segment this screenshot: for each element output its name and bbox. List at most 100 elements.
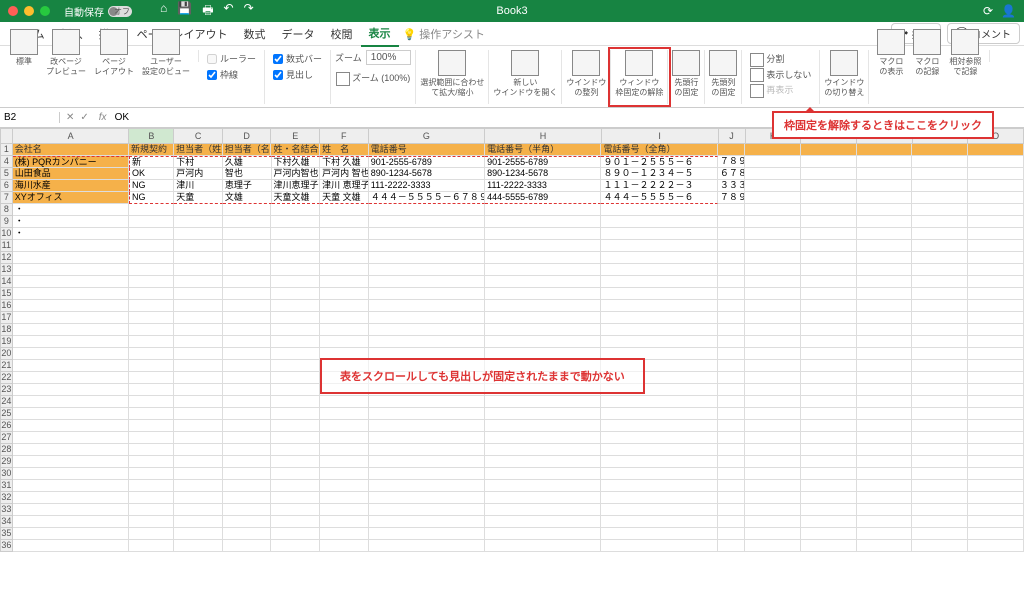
cell[interactable]: 444-5555-6789	[485, 192, 601, 204]
cell[interactable]	[13, 480, 129, 492]
cell[interactable]: 姓・名結合	[271, 144, 320, 156]
cell[interactable]	[912, 348, 968, 360]
col-header-g[interactable]: G	[369, 128, 486, 144]
close-window-icon[interactable]	[8, 6, 18, 16]
cell[interactable]	[129, 324, 174, 336]
cell[interactable]	[13, 360, 129, 372]
cell[interactable]	[912, 168, 968, 180]
cell[interactable]: 文雄	[223, 192, 272, 204]
row-header[interactable]: 21	[0, 360, 13, 372]
row-header[interactable]: 31	[0, 480, 13, 492]
cell[interactable]	[320, 432, 369, 444]
cell[interactable]	[801, 264, 857, 276]
cell[interactable]	[223, 384, 272, 396]
cell[interactable]	[271, 516, 320, 528]
cell[interactable]	[745, 276, 801, 288]
cell[interactable]	[801, 324, 857, 336]
cell[interactable]	[485, 480, 601, 492]
cell[interactable]	[801, 516, 857, 528]
cell[interactable]	[912, 528, 968, 540]
cell[interactable]: 天童文雄	[272, 192, 321, 204]
cell[interactable]	[223, 444, 272, 456]
cell[interactable]	[968, 420, 1024, 432]
cell[interactable]: ７８９	[718, 192, 745, 204]
row-header[interactable]: 22	[0, 372, 13, 384]
cell[interactable]	[223, 348, 272, 360]
cell[interactable]	[601, 420, 717, 432]
sync-icon[interactable]: ⟳	[983, 4, 993, 18]
cell[interactable]	[857, 156, 913, 168]
cell[interactable]	[174, 252, 223, 264]
row-header[interactable]: 18	[0, 324, 13, 336]
cell[interactable]	[601, 216, 717, 228]
cell[interactable]	[912, 420, 968, 432]
cell[interactable]	[801, 372, 857, 384]
cell[interactable]	[485, 528, 601, 540]
fx-label[interactable]: fx	[95, 112, 111, 123]
cell[interactable]	[129, 348, 174, 360]
cell[interactable]	[369, 312, 485, 324]
cell[interactable]	[129, 408, 174, 420]
cell[interactable]	[718, 468, 745, 480]
cell[interactable]	[912, 384, 968, 396]
cell[interactable]	[271, 420, 320, 432]
cell[interactable]	[912, 324, 968, 336]
cell[interactable]	[320, 312, 369, 324]
cell[interactable]	[129, 216, 174, 228]
cell[interactable]	[718, 420, 745, 432]
cell[interactable]	[801, 216, 857, 228]
cell[interactable]	[912, 156, 968, 168]
cell[interactable]: 戸河内 智也	[320, 168, 369, 180]
cell[interactable]	[601, 492, 717, 504]
cell[interactable]	[320, 336, 369, 348]
cell[interactable]	[912, 360, 968, 372]
cell[interactable]	[223, 456, 272, 468]
cell[interactable]: ３３３	[718, 180, 745, 192]
cell[interactable]	[485, 408, 601, 420]
cell[interactable]	[485, 204, 601, 216]
cell[interactable]	[745, 348, 801, 360]
cell[interactable]	[801, 384, 857, 396]
cell[interactable]	[801, 396, 857, 408]
cell[interactable]	[801, 240, 857, 252]
cell[interactable]	[857, 300, 913, 312]
cell[interactable]	[369, 324, 485, 336]
cell[interactable]	[13, 504, 129, 516]
cell[interactable]	[174, 336, 223, 348]
cell[interactable]	[857, 168, 913, 180]
cell[interactable]	[968, 204, 1024, 216]
name-box[interactable]: B2	[0, 112, 60, 123]
cell[interactable]	[320, 528, 369, 540]
row-header[interactable]: 28	[0, 444, 13, 456]
cell[interactable]	[718, 408, 745, 420]
cell[interactable]	[718, 348, 745, 360]
cell[interactable]	[320, 480, 369, 492]
worksheet[interactable]: A B C D E F G H I J K L M N O 1 会社名 新規契約…	[0, 128, 1024, 592]
cell[interactable]	[320, 444, 369, 456]
cell[interactable]	[13, 348, 129, 360]
cell[interactable]	[369, 492, 485, 504]
cell[interactable]	[271, 432, 320, 444]
cell[interactable]	[968, 408, 1024, 420]
cell[interactable]	[718, 312, 745, 324]
print-icon[interactable]: 🖶	[202, 1, 213, 22]
cell[interactable]	[129, 540, 174, 552]
cell[interactable]	[271, 300, 320, 312]
cell[interactable]	[223, 312, 272, 324]
cell[interactable]	[223, 540, 272, 552]
cell[interactable]	[13, 372, 129, 384]
cell[interactable]	[174, 276, 223, 288]
cell[interactable]	[912, 444, 968, 456]
col-header-f[interactable]: F	[320, 128, 369, 144]
cell[interactable]	[912, 204, 968, 216]
cell[interactable]	[320, 504, 369, 516]
cell[interactable]	[129, 396, 174, 408]
cell[interactable]	[801, 444, 857, 456]
cell[interactable]	[745, 144, 801, 156]
col-header-e[interactable]: E	[271, 128, 320, 144]
cell[interactable]	[857, 372, 913, 384]
cell[interactable]	[718, 216, 745, 228]
cell[interactable]	[857, 408, 913, 420]
cell[interactable]	[745, 540, 801, 552]
cell[interactable]	[745, 456, 801, 468]
